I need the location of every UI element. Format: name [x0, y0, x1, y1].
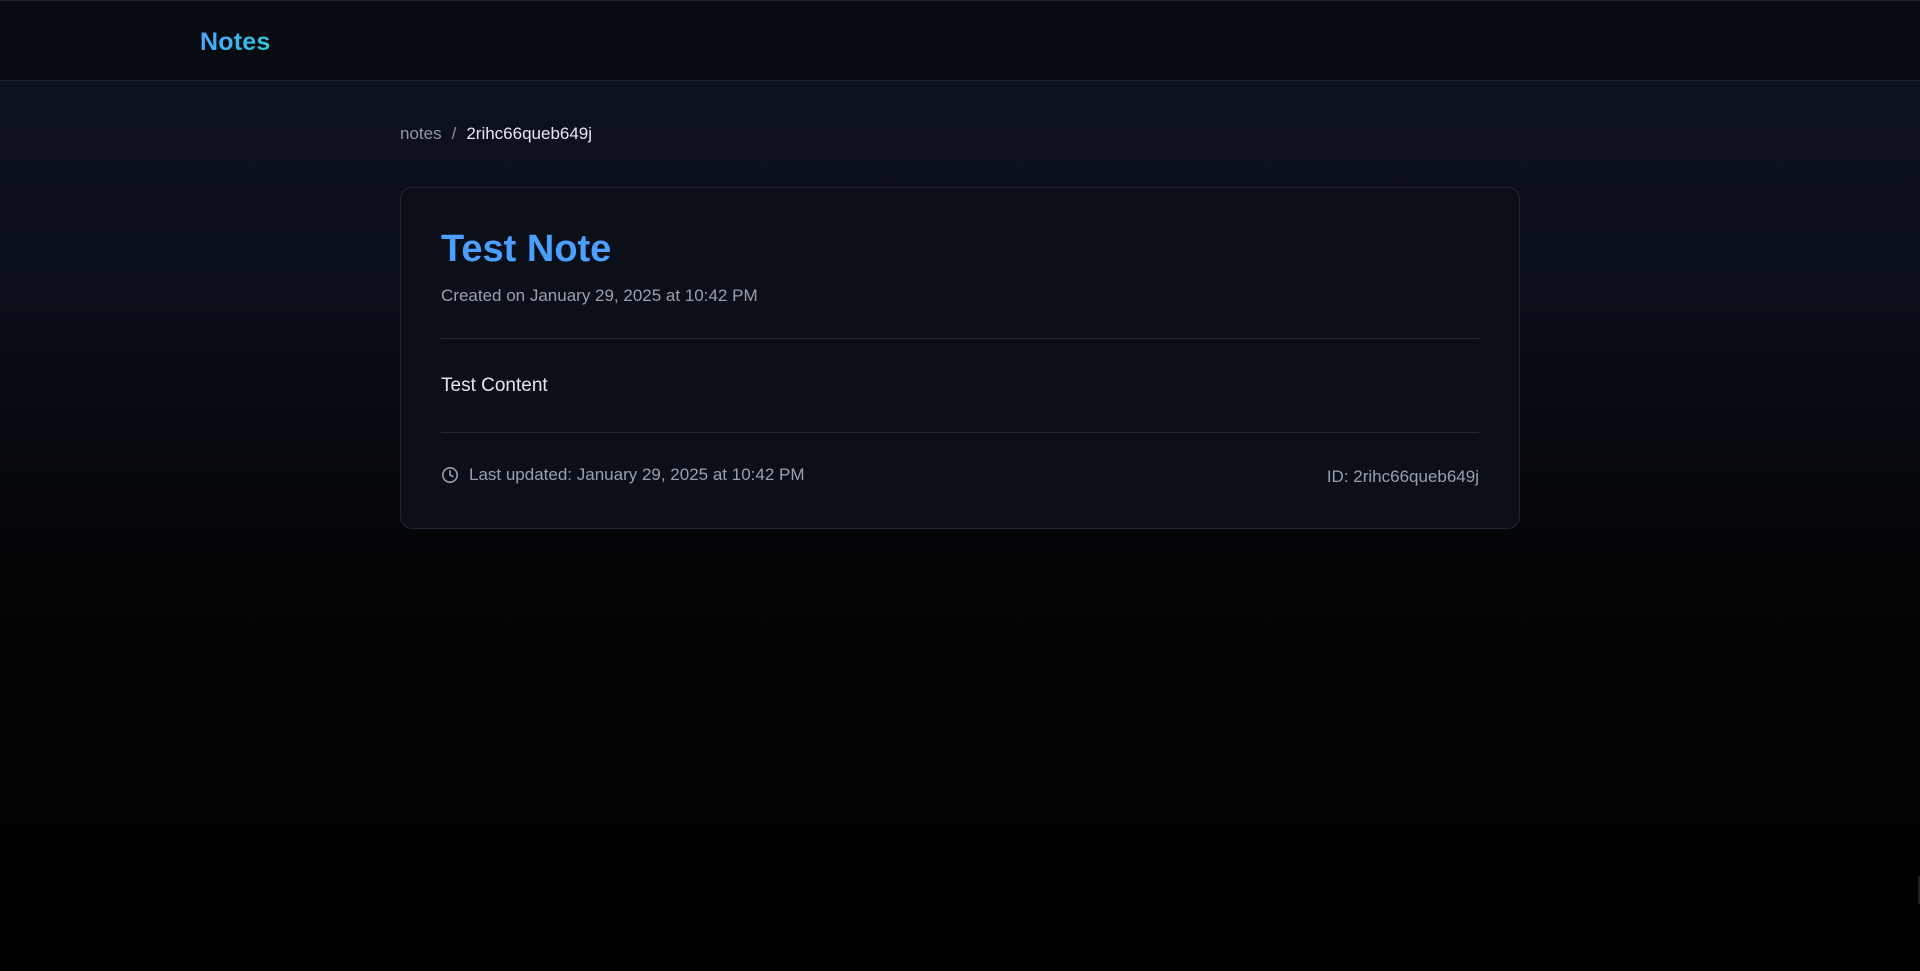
- note-title: Test Note: [441, 228, 612, 270]
- breadcrumb-separator: /: [451, 124, 457, 143]
- divider: [441, 338, 1479, 339]
- note-last-updated: Last updated: January 29, 2025 at 10:42 …: [441, 465, 805, 485]
- breadcrumb-current: 2rihc66queb649j: [466, 124, 593, 143]
- divider: [441, 432, 1479, 433]
- clock-icon: [441, 466, 459, 484]
- note-created-date: Created on January 29, 2025 at 10:42 PM: [441, 286, 758, 305]
- breadcrumb: notes / 2rihc66queb649j: [400, 124, 592, 144]
- last-updated-text: Last updated: January 29, 2025 at 10:42 …: [469, 465, 805, 484]
- note-id: ID: 2rihc66queb649j: [1326, 467, 1479, 486]
- brand-logo-link[interactable]: Notes: [200, 28, 270, 57]
- note-card: Test Note Created on January 29, 2025 at…: [400, 187, 1520, 529]
- top-navbar: Notes: [0, 0, 1920, 81]
- note-content: Test Content: [441, 375, 548, 396]
- breadcrumb-notes-link[interactable]: notes: [400, 124, 442, 144]
